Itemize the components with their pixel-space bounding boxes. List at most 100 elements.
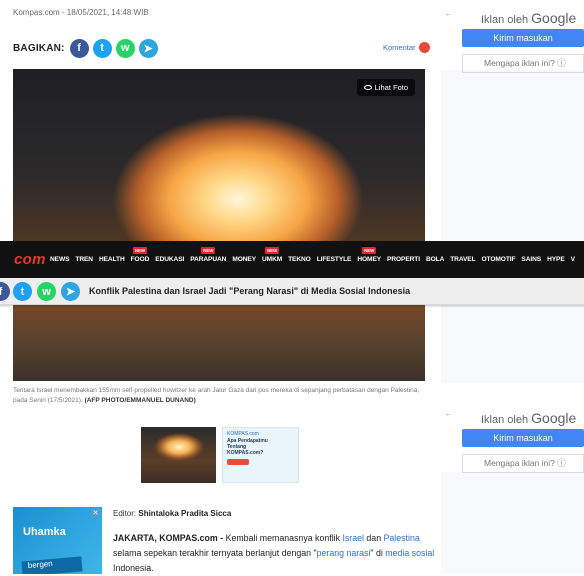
new-badge: NEW [362, 247, 377, 254]
thumb-brand: KOMPAS.com [227, 431, 259, 437]
ads-by-google: Iklan oleh Google [481, 410, 576, 426]
ad-slot-background [441, 305, 584, 383]
nav-item-label: TRAVEL [450, 256, 476, 263]
why-this-ad-button[interactable]: Mengapa iklan ini? ⓘ [462, 454, 584, 473]
article-body: JAKARTA, KOMPAS.com - Kembali memanasnya… [113, 531, 435, 576]
body-part: Indonesia. [113, 563, 154, 573]
nav-item-edukasi[interactable]: EDUKASI [155, 256, 184, 263]
body-part: selama sepekan terakhir ternyata berlanj… [113, 548, 317, 558]
survey-thumbnail[interactable]: KOMPAS.com Apa Pendapatmu Tentang KOMPAS… [222, 427, 299, 483]
tag-link-israel[interactable]: Israel [342, 533, 364, 543]
nav-item-sains[interactable]: SAINS [521, 256, 541, 263]
back-arrow-icon[interactable]: ← [444, 408, 453, 418]
nav-item-parapuan[interactable]: PARAPUAN NEW [190, 247, 227, 263]
nav-item-label: HOMEY [357, 256, 382, 263]
nav-item-news[interactable]: NEWS [50, 256, 69, 263]
whatsapp-share-icon[interactable]: w [115, 38, 135, 58]
nav-item-label: TREN [75, 256, 93, 263]
body-part: Kembali memanasnya konflik [223, 533, 343, 543]
thumb-title: Apa Pendapatmu Tentang KOMPAS.com? [227, 438, 268, 456]
nav-item-label: EDUKASI [155, 256, 185, 263]
article-photo[interactable]: Lihat Foto [13, 69, 425, 381]
telegram-share-icon[interactable]: ➤ [138, 38, 158, 58]
nav-item-label: TEKNO [288, 256, 311, 263]
comment-icon [418, 42, 430, 53]
telegram-share-icon[interactable]: ➤ [61, 282, 80, 301]
sticky-article-bar: f t w ➤ Konflik Palestina dan Israel Jad… [0, 278, 584, 305]
back-arrow-icon[interactable]: ← [444, 8, 453, 18]
nav-item-hype[interactable]: HYPE [547, 256, 565, 263]
nav-item-label: NEWS [50, 256, 70, 263]
nav-item-label: HEALTH [98, 256, 125, 263]
ads-by-google: Iklan oleh Google [481, 10, 576, 26]
close-icon[interactable]: ✕ [91, 509, 100, 518]
share-bar: BAGIKAN: f t w ➤ [13, 37, 162, 59]
nav-item-tekno[interactable]: TEKNO [288, 256, 311, 263]
why-this-ad-button[interactable]: Mengapa iklan ini? ⓘ [462, 54, 584, 73]
nav-item-money[interactable]: MONEY [232, 256, 256, 263]
nav-item-label: MONEY [232, 256, 257, 263]
new-badge: NEW [264, 247, 280, 254]
nav-item-label: HYPE [547, 256, 565, 263]
uhamka-strip: bergen [21, 556, 83, 574]
ad-slot-background [441, 472, 584, 574]
twitter-share-icon[interactable]: t [13, 282, 32, 301]
new-badge: NEW [201, 247, 216, 254]
nav-item-properti[interactable]: PROPERTI [387, 256, 420, 263]
nav-item-health[interactable]: HEALTH [99, 256, 125, 263]
photo-ground [13, 299, 425, 381]
nav-item-bola[interactable]: BOLA [426, 256, 444, 263]
site-logo[interactable]: com [14, 251, 46, 268]
twitter-share-icon[interactable]: t [92, 38, 112, 58]
nav-item-label: FOOD [130, 256, 150, 263]
nav-item-label: OTOMOTIF [481, 256, 516, 263]
uhamka-ad[interactable]: ✕ Uhamka bergen [13, 507, 102, 574]
nav-item-travel[interactable]: TRAVEL [450, 256, 475, 263]
google-logo: Google [531, 410, 577, 426]
tag-link-perang-narasi[interactable]: perang narasi [317, 548, 371, 558]
nav-item-label: SAINS [521, 256, 542, 263]
whatsapp-share-icon[interactable]: w [37, 282, 56, 301]
comment-label: Komentar [383, 43, 416, 52]
nav-item-homey[interactable]: HOMEY NEW [357, 247, 382, 263]
category-navbar: com NEWS TREN HEALTH FOOD NEW EDUKASI PARAPUAN… [0, 241, 584, 278]
body-part: dan [363, 533, 384, 543]
google-ad-panel: ← Iklan oleh Google Kirim masukan Mengap… [441, 400, 584, 473]
nav-item-otomotif[interactable]: OTOMOTIF [482, 256, 516, 263]
body-part: " di [370, 548, 386, 558]
view-photo-button[interactable]: Lihat Foto [356, 79, 415, 96]
facebook-share-icon[interactable]: f [0, 282, 10, 301]
nav-item-v[interactable]: V [571, 256, 575, 263]
nav-item-label: PROPERTI [387, 256, 420, 263]
caption-credit: (AFP PHOTO/EMMANUEL DUNAND) [84, 397, 196, 404]
comment-link[interactable]: Komentar [383, 42, 430, 53]
google-ad-panel: ← Iklan oleh Google Kirim masukan Mengap… [441, 0, 584, 73]
ads-by-label: Iklan oleh [481, 414, 529, 426]
nav-item-label: LIFESTYLE [316, 256, 352, 263]
ad-slot-background [441, 70, 584, 240]
send-feedback-button[interactable]: Kirim masukan [462, 29, 584, 47]
photo-thumbnail[interactable] [141, 427, 216, 483]
tag-link-palestina[interactable]: Palestina [384, 533, 420, 543]
facebook-share-icon[interactable]: f [69, 38, 89, 58]
thumb-button[interactable] [227, 459, 249, 465]
nav-item-food[interactable]: FOOD NEW [130, 247, 150, 263]
nav-item-label: BOLA [425, 256, 445, 263]
nav-item-label: PARAPUAN [190, 256, 227, 263]
send-feedback-button[interactable]: Kirim masukan [462, 429, 584, 447]
nav-items: NEWS TREN HEALTH FOOD NEW EDUKASI PARAPUAN NEW M… [50, 247, 581, 263]
article-byline: Kompas.com - 18/05/2021, 14:48 WIB [13, 8, 149, 17]
nav-item-tren[interactable]: TREN [75, 256, 93, 263]
nav-item-lifestyle[interactable]: LIFESTYLE [317, 256, 352, 263]
photo-caption: Tentara Israel menembakkan 155mm self-pr… [13, 386, 425, 406]
editor-label: Editor: [113, 509, 137, 518]
nav-item-umkm[interactable]: UMKM NEW [262, 247, 282, 263]
uhamka-logo: Uhamka [23, 526, 66, 538]
tag-link-media-sosial[interactable]: media sosial [385, 548, 434, 558]
sticky-shadow [0, 305, 584, 308]
google-logo: Google [531, 10, 577, 26]
share-label: BAGIKAN: [13, 42, 65, 54]
caption-text: Tentara Israel menembakkan 155mm self-pr… [13, 387, 420, 404]
eye-icon [363, 85, 372, 90]
body-lead: JAKARTA, KOMPAS.com - [113, 533, 224, 543]
